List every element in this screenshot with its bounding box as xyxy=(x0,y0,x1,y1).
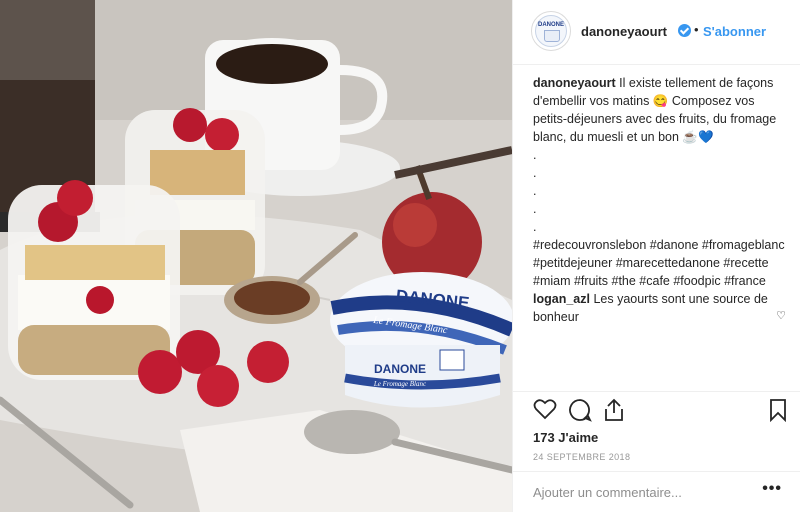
post-photo[interactable]: DANONE Le Fromage Blanc DANONE Le Fromag… xyxy=(0,0,512,512)
caption-dot: . xyxy=(533,148,537,162)
comment-divider xyxy=(513,471,800,472)
avatar-brand: DANONE xyxy=(537,22,564,28)
avatar[interactable]: DANONE xyxy=(531,11,571,51)
action-bar xyxy=(533,398,789,424)
caption-dot: . xyxy=(533,166,537,180)
comments-list: danoneyaourt Il existe tellement de faço… xyxy=(533,74,789,326)
actions-divider xyxy=(513,391,800,392)
share-icon[interactable] xyxy=(603,398,625,427)
post-date[interactable]: 24 SEPTEMBRE 2018 xyxy=(533,452,630,462)
like-count[interactable]: 173 J'aime xyxy=(533,430,598,445)
post-header: DANONE danoneyaourt • S'abonner xyxy=(513,0,800,65)
follow-button[interactable]: S'abonner xyxy=(703,24,766,39)
tub-product-bottom: Le Fromage Blanc xyxy=(373,380,427,388)
comment: logan_azl Les yaourts sont une source de… xyxy=(533,290,789,326)
post-side-panel: DANONE danoneyaourt • S'abonner danoneya… xyxy=(512,0,800,512)
caption-dot: . xyxy=(533,220,537,234)
heart-icon[interactable] xyxy=(533,398,557,425)
caption: danoneyaourt Il existe tellement de faço… xyxy=(533,74,789,146)
header-separator: • xyxy=(694,22,699,37)
comment-icon[interactable] xyxy=(568,398,592,427)
header-username[interactable]: danoneyaourt xyxy=(581,24,667,39)
photo-illustration: DANONE Le Fromage Blanc DANONE Le Fromag… xyxy=(0,0,512,512)
tub-brand-bottom: DANONE xyxy=(374,362,426,376)
instagram-post: DANONE Le Fromage Blanc DANONE Le Fromag… xyxy=(0,0,800,512)
caption-hashtags[interactable]: #redecouvronslebon #danone #fromageblanc… xyxy=(533,236,789,290)
caption-dot: . xyxy=(533,184,537,198)
caption-username[interactable]: danoneyaourt xyxy=(533,76,616,90)
add-comment-input[interactable]: Ajouter un commentaire... xyxy=(533,485,682,500)
avatar-cup-icon xyxy=(544,30,560,42)
bookmark-icon[interactable] xyxy=(769,398,787,427)
verified-badge-icon xyxy=(678,24,691,37)
more-options-button[interactable]: ••• xyxy=(762,480,782,498)
comment-like-icon[interactable]: ♡ xyxy=(776,309,786,322)
comment-username[interactable]: logan_azl xyxy=(533,292,590,306)
caption-dot: . xyxy=(533,202,537,216)
